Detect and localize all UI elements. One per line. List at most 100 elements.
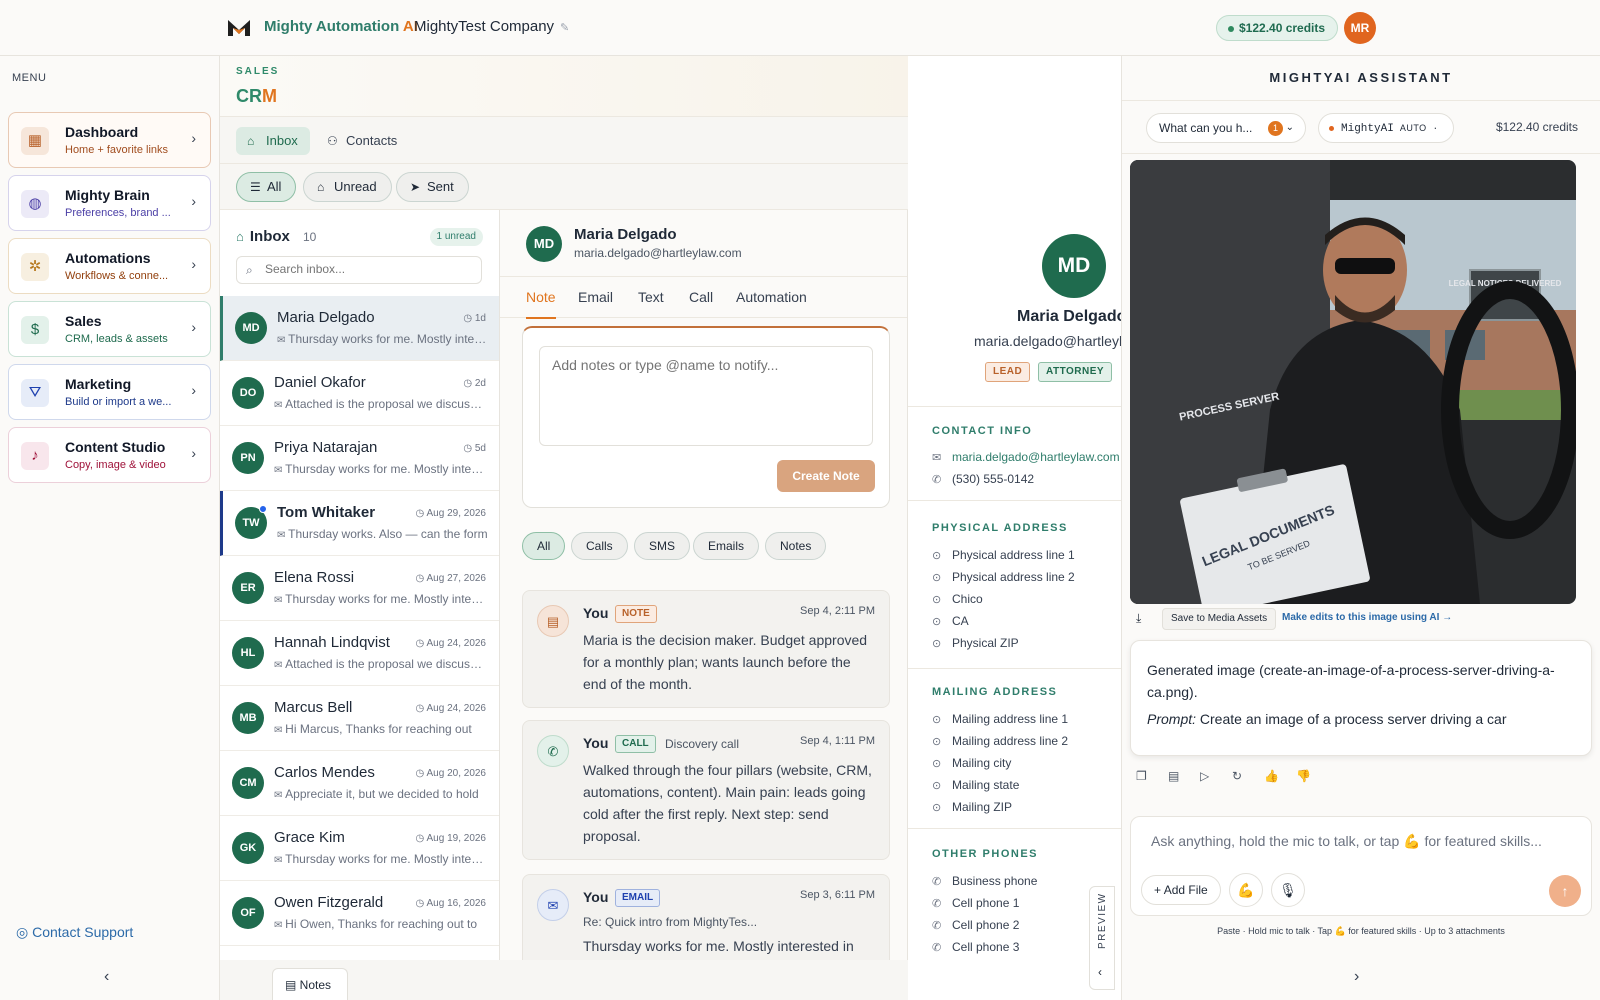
note-input[interactable]: [539, 346, 873, 446]
tab-automation[interactable]: Automation: [736, 289, 807, 305]
tab-contacts[interactable]: ⚇ Contacts: [316, 127, 409, 155]
edit-image-link[interactable]: Make edits to this image using AI →: [1282, 612, 1452, 623]
physical-line: ⊙ Physical address line 1: [932, 548, 1075, 562]
pin-icon: ⊙: [932, 780, 942, 792]
activity-filter-sms[interactable]: SMS: [634, 532, 691, 560]
sidebar-item-subtitle: Preferences, brand ...: [65, 207, 171, 219]
activity-filter-notes[interactable]: Notes: [765, 532, 827, 560]
tab-email[interactable]: Email: [578, 289, 613, 305]
copy-icon[interactable]: ❐: [1136, 769, 1168, 783]
chevron-right-icon: ›: [191, 193, 196, 209]
avatar: MD: [235, 312, 267, 344]
row-preview: Attached is the proposal we discussed: [274, 397, 486, 411]
thumbs-up-icon[interactable]: 👍: [1264, 769, 1296, 783]
filter-sent[interactable]: ➤ Sent: [396, 172, 469, 202]
plus-icon: +: [1154, 883, 1164, 897]
tab-text[interactable]: Text: [638, 289, 664, 305]
activity-item[interactable]: ✆ You CALL Discovery call Sep 4, 1:11 PM…: [522, 720, 890, 860]
thumbs-down-icon[interactable]: 👎: [1296, 769, 1328, 783]
tab-note[interactable]: Note: [526, 289, 556, 319]
table-row[interactable]: ER Elena Rossi Aug 27, 2026 Thursday wor…: [220, 556, 499, 621]
prompt-dropdown[interactable]: What can you h... 1 ⌄: [1146, 113, 1306, 143]
featured-skills-button[interactable]: 💪: [1229, 873, 1263, 907]
row-name: Carlos Mendes: [274, 764, 375, 781]
row-name: Priya Natarajan: [274, 439, 378, 456]
company-name: MightyTest Company: [414, 18, 555, 35]
credits-badge[interactable]: $122.40 credits: [1216, 15, 1339, 41]
avatar: OF: [232, 897, 264, 929]
pin-icon: ⊙: [932, 594, 942, 606]
activity-author: You: [583, 889, 609, 905]
activity-filter-all[interactable]: All: [522, 532, 566, 560]
save-to-media-button[interactable]: Save to Media Assets: [1162, 608, 1277, 630]
contact-details: MD Maria Delgado maria.delgado@hartleyla…: [908, 56, 1122, 1000]
filter-unread[interactable]: ⌂ Unread: [303, 172, 392, 202]
assistant-composer[interactable]: Ask anything, hold the mic to talk, or t…: [1130, 816, 1592, 916]
sidebar-item-title: Marketing: [65, 376, 132, 392]
mighty-logo-icon[interactable]: [228, 18, 250, 38]
activity-item[interactable]: ▤ You NOTE Sep 4, 2:11 PM Maria is the d…: [522, 590, 890, 708]
table-row[interactable]: GK Grace Kim Aug 19, 2026 Thursday works…: [220, 816, 499, 881]
composer-tabs: Note Email Text Call Automation: [500, 276, 907, 319]
send-button[interactable]: ↑: [1549, 875, 1581, 907]
table-row[interactable]: HL Hannah Lindqvist Aug 24, 2026 Attache…: [220, 621, 499, 686]
table-row[interactable]: OF Owen Fitzgerald Aug 16, 2026 Hi Owen,…: [220, 881, 499, 946]
pin-icon: ⊙: [932, 638, 942, 650]
contact-name: Maria Delgado: [574, 226, 677, 243]
notes-tab[interactable]: ▤ Notes: [272, 968, 348, 1000]
pin-icon: ⊙: [932, 802, 942, 814]
preview-toggle[interactable]: PREVIEW ‹: [1089, 886, 1115, 990]
divider: [908, 406, 1121, 407]
filter-all[interactable]: ☰ All: [236, 172, 297, 202]
physical-address-title: PHYSICAL ADDRESS: [932, 522, 1068, 534]
sidebar-item-subtitle: Workflows & conne...: [65, 270, 169, 282]
table-row[interactable]: PN Priya Natarajan 5d Thursday works for…: [220, 426, 499, 491]
row-preview: Hi Marcus, Thanks for reaching out: [274, 722, 486, 736]
sidebar-item-dashboard[interactable]: ▦ Dashboard Home + favorite links ›: [8, 112, 211, 168]
search-input[interactable]: [265, 262, 475, 276]
play-icon[interactable]: ▷: [1200, 769, 1232, 783]
sidebar-item-sales[interactable]: $ Sales CRM, leads & assets ›: [8, 301, 211, 357]
user-avatar[interactable]: MR: [1344, 12, 1376, 44]
table-row[interactable]: MB Marcus Bell Aug 24, 2026 Hi Marcus, T…: [220, 686, 499, 751]
sidebar-item-content-studio[interactable]: ♪ Content Studio Copy, image & video ›: [8, 427, 211, 483]
composer-input[interactable]: Ask anything, hold the mic to talk, or t…: [1151, 833, 1542, 850]
add-file-button[interactable]: + Add File: [1141, 875, 1221, 905]
microphone-button[interactable]: 🎙: [1271, 873, 1305, 907]
mail-icon: ✉: [932, 452, 942, 464]
activity-type-badge: CALL: [615, 735, 656, 753]
table-row[interactable]: CM Carlos Mendes Aug 20, 2026 Appreciate…: [220, 751, 499, 816]
refresh-icon[interactable]: ↻: [1232, 769, 1264, 783]
sidebar-item-mighty-brain[interactable]: ◍ Mighty Brain Preferences, brand ... ›: [8, 175, 211, 231]
table-row[interactable]: MD Maria Delgado 1d Thursday works for m…: [220, 296, 499, 361]
support-icon: ◎: [16, 924, 33, 940]
download-icon[interactable]: ⤓: [1136, 611, 1141, 626]
create-note-button[interactable]: Create Note: [777, 460, 875, 492]
activity-item[interactable]: ✉ You EMAIL Sep 3, 6:11 PM Re: Quick int…: [522, 874, 890, 960]
tab-inbox[interactable]: ⌂ Inbox: [236, 127, 310, 155]
file-icon[interactable]: ▤: [1168, 769, 1200, 783]
contact-info-title: CONTACT INFO: [932, 425, 1033, 437]
table-row[interactable]: DO Daniel Okafor 2d Attached is the prop…: [220, 361, 499, 426]
physical-line: ⊙ Physical ZIP: [932, 636, 1019, 650]
tab-call[interactable]: Call: [689, 289, 713, 305]
row-date: 2d: [463, 378, 486, 389]
chevron-right-icon: ›: [191, 319, 196, 335]
mail-icon: ✉: [537, 889, 569, 921]
activity-time: Sep 4, 2:11 PM: [799, 605, 875, 617]
pin-icon: ⊙: [932, 758, 942, 770]
brand-name[interactable]: Mighty Automation AI: [264, 18, 418, 35]
table-row[interactable]: TW Tom Whitaker Aug 29, 2026 Thursday wo…: [220, 491, 499, 556]
model-selector[interactable]: MightyAI AUTO ·: [1318, 113, 1454, 143]
contact-support-link[interactable]: ◎ Contact Support: [16, 924, 133, 941]
collapse-assistant-icon[interactable]: ›: [1354, 968, 1359, 986]
activity-filter-emails[interactable]: Emails: [693, 532, 760, 560]
sidebar-item-marketing[interactable]: ⛛ Marketing Build or import a we... ›: [8, 364, 211, 420]
contact-email-link[interactable]: ✉ maria.delgado@hartleylaw.com: [932, 450, 1120, 464]
row-preview: Hi Owen, Thanks for reaching out to: [274, 917, 486, 931]
collapse-sidebar-icon[interactable]: ‹: [104, 968, 109, 986]
generated-image[interactable]: LEGAL NOTICES DELIVERED PROCESS SERVER L…: [1130, 160, 1576, 604]
activity-filter-calls[interactable]: Calls: [571, 532, 628, 560]
edit-company-icon[interactable]: ✎: [560, 21, 569, 34]
sidebar-item-automations[interactable]: ✲ Automations Workflows & conne... ›: [8, 238, 211, 294]
